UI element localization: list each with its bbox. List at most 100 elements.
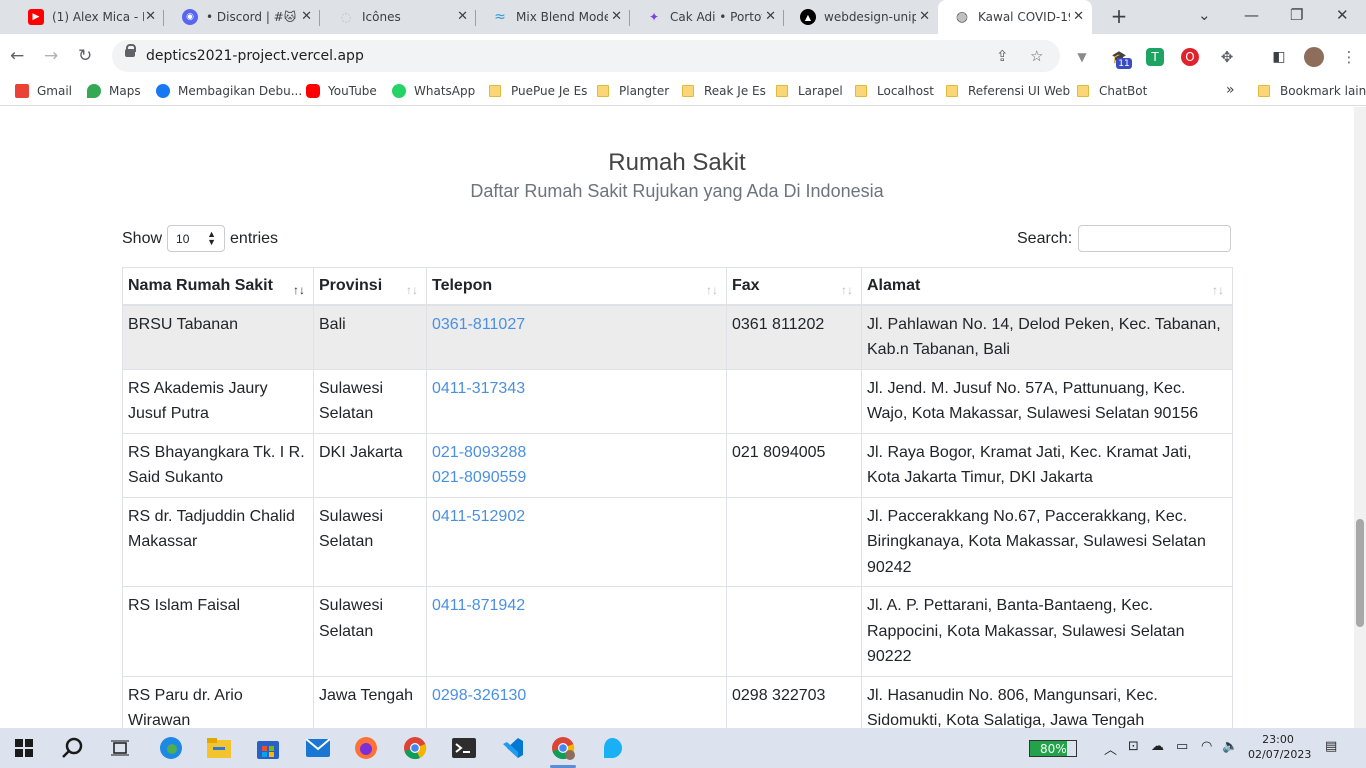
chevron-up-icon[interactable]: ︿	[1104, 739, 1117, 758]
bookmark-folder-puepue[interactable]: PuePue Je Es	[489, 84, 587, 98]
green-extension-icon[interactable]: T	[1146, 48, 1164, 66]
phone-link[interactable]: 0411-871942	[432, 593, 721, 619]
address-bar[interactable]: deptics2021-project.vercel.app ⇪ ☆	[112, 40, 1060, 72]
close-tab-icon[interactable]: ✕	[301, 9, 312, 24]
task-view-icon[interactable]	[107, 736, 133, 760]
opera-extension-icon[interactable]: O	[1181, 48, 1199, 66]
reload-button[interactable]: ↻	[78, 46, 92, 66]
phone-link[interactable]: 0361-811027	[432, 312, 721, 338]
app-icon[interactable]	[599, 736, 625, 760]
bookmark-gmail[interactable]: Gmail	[15, 84, 72, 98]
chrome-profile-icon[interactable]	[550, 736, 576, 768]
cell-nama: RS Bhayangkara Tk. I R. Said Sukanto	[122, 432, 314, 498]
bookmark-folder-localhost[interactable]: Localhost	[855, 84, 934, 98]
phone-link[interactable]: 0298-326130	[432, 683, 721, 709]
page-scrollbar[interactable]	[1354, 107, 1366, 728]
table-header-row: Nama Rumah Sakit ↑↓ Provinsi ↑↓ Telepon ↑↓ …	[122, 267, 1233, 306]
bookmark-folder-chatbot[interactable]: ChatBot	[1077, 84, 1147, 98]
tab-webdesign[interactable]: ▲ webdesign-unip ✕	[784, 0, 938, 34]
minimize-button[interactable]: —	[1244, 6, 1259, 24]
tab-discord[interactable]: ◉ • Discord | #🐱 ✕	[166, 0, 320, 34]
phone-link[interactable]: 021-8093288	[432, 440, 721, 466]
folder-icon	[1258, 85, 1270, 97]
close-tab-icon[interactable]: ✕	[457, 9, 468, 24]
bookmark-facebook[interactable]: Membagikan Debu...	[156, 84, 302, 98]
edge-icon[interactable]	[158, 736, 184, 760]
bookmark-folder-reak[interactable]: Reak Je Es	[682, 84, 766, 98]
extension-badge: 11	[1116, 58, 1132, 69]
bookmark-maps[interactable]: Maps	[87, 84, 141, 98]
tab-youtube[interactable]: ▶ (1) Alex Mica - D ✕	[12, 0, 164, 34]
battery-indicator[interactable]: 80%	[1029, 740, 1077, 757]
close-tab-icon[interactable]: ✕	[919, 9, 930, 24]
tab-kawal-covid[interactable]: ◍ Kawal COVID-19 ✕	[938, 0, 1092, 34]
tab-mix-blend-mode[interactable]: ≈ Mix Blend Mode ✕	[476, 0, 630, 34]
cell-fax: 0298 322703	[726, 675, 862, 728]
wifi-icon[interactable]: ◠	[1201, 739, 1212, 754]
tab-search-chevron-icon[interactable]: ⌄	[1198, 6, 1211, 24]
other-bookmarks[interactable]: Bookmark lain	[1258, 84, 1366, 98]
close-tab-icon[interactable]: ✕	[765, 9, 776, 24]
forward-button[interactable]: →	[44, 46, 58, 66]
scrollbar-thumb[interactable]	[1356, 519, 1364, 627]
notification-icon[interactable]: ▤	[1325, 739, 1337, 754]
close-tab-icon[interactable]: ✕	[1073, 9, 1084, 24]
share-icon[interactable]: ⇪	[996, 47, 1009, 65]
camera-icon[interactable]: ⊡	[1128, 739, 1139, 754]
cloud-icon[interactable]: ☁	[1151, 739, 1164, 754]
side-panel-icon[interactable]: ◧	[1270, 48, 1288, 66]
windows-start-icon[interactable]	[11, 736, 37, 760]
store-icon[interactable]	[255, 736, 281, 760]
bookmarks-overflow-button[interactable]: »	[1226, 82, 1235, 98]
search-input[interactable]	[1078, 225, 1232, 252]
folder-icon	[776, 85, 788, 97]
new-tab-button[interactable]: +	[1108, 6, 1130, 28]
cell-telepon: 0411-871942	[426, 586, 727, 677]
bookmark-whatsapp[interactable]: WhatsApp	[392, 84, 475, 98]
phone-link[interactable]: 0411-512902	[432, 504, 721, 530]
folder-icon	[682, 85, 694, 97]
bookmark-youtube[interactable]: YouTube	[306, 84, 377, 98]
terminal-icon[interactable]	[451, 736, 477, 760]
tab-portfolio[interactable]: ✦ Cak Adi • Portof ✕	[630, 0, 784, 34]
firefox-icon[interactable]	[353, 736, 379, 760]
folder-icon	[946, 85, 958, 97]
bookmark-folder-plangter[interactable]: Plangter	[597, 84, 669, 98]
chrome-icon[interactable]	[402, 736, 428, 760]
file-explorer-icon[interactable]	[206, 736, 232, 760]
filter-extension-icon[interactable]: ▼	[1073, 48, 1091, 66]
back-button[interactable]: ←	[10, 46, 24, 66]
column-header-fax[interactable]: Fax ↑↓	[726, 267, 862, 306]
column-header-provinsi[interactable]: Provinsi ↑↓	[313, 267, 427, 306]
profile-avatar[interactable]	[1304, 47, 1324, 67]
restore-button[interactable]: ❐	[1290, 6, 1303, 24]
column-header-nama[interactable]: Nama Rumah Sakit ↑↓	[122, 267, 314, 306]
close-tab-icon[interactable]: ✕	[145, 9, 156, 24]
phone-link[interactable]: 0411-317343	[432, 376, 721, 402]
entries-select[interactable]: 10 ▲ ▼	[167, 225, 226, 252]
search-icon[interactable]	[59, 736, 85, 760]
bookmark-star-icon[interactable]: ☆	[1030, 47, 1043, 65]
extensions-puzzle-icon[interactable]: ✥	[1218, 48, 1236, 66]
menu-icon[interactable]: ⋮	[1340, 48, 1358, 66]
column-header-telepon[interactable]: Telepon ↑↓	[426, 267, 727, 306]
portfolio-icon: ✦	[648, 10, 660, 24]
close-window-button[interactable]: ✕	[1336, 6, 1349, 24]
page-title: Rumah Sakit	[608, 149, 746, 176]
close-tab-icon[interactable]: ✕	[611, 9, 622, 24]
vscode-icon[interactable]	[500, 736, 526, 760]
phone-link[interactable]: 021-8090559	[432, 465, 721, 491]
bookmark-folder-referensi[interactable]: Referensi UI Web	[946, 84, 1070, 98]
bookmark-folder-larapel[interactable]: Larapel	[776, 84, 843, 98]
cell-provinsi: Jawa Tengah	[313, 675, 427, 728]
url-text[interactable]: deptics2021-project.vercel.app	[146, 48, 364, 64]
mail-icon[interactable]	[305, 736, 331, 760]
clock[interactable]: 23:00 02/07/2023	[1248, 732, 1311, 762]
lock-icon[interactable]	[125, 44, 136, 57]
tab-icones[interactable]: ◌ Icônes ✕	[322, 0, 476, 34]
battery-icon[interactable]: ▭	[1176, 739, 1188, 754]
youtube-icon: ▶	[28, 9, 44, 25]
select-caret-icon: ▲ ▼	[207, 229, 217, 247]
volume-icon[interactable]: 🔈	[1222, 739, 1238, 754]
column-header-alamat[interactable]: Alamat ↑↓	[861, 267, 1233, 306]
